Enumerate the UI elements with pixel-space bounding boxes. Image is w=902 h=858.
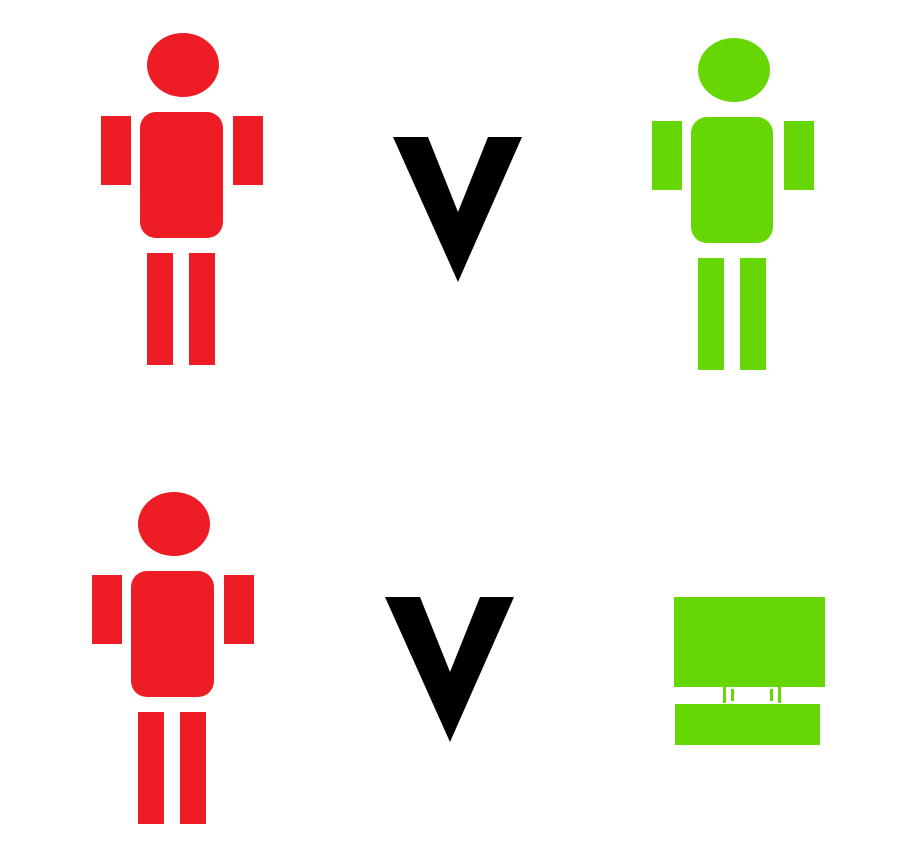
versus-illustration (0, 0, 902, 858)
right-leg (189, 253, 215, 365)
matchup-graphic (92, 33, 825, 824)
versus-v-icon (393, 137, 522, 282)
stand-inner-right (770, 689, 773, 701)
right-arm (233, 116, 263, 185)
torso (140, 112, 223, 238)
torso (691, 117, 773, 243)
left-arm (101, 116, 131, 185)
matchup-row-1 (101, 33, 814, 370)
red-person-icon (101, 33, 263, 365)
head (138, 492, 210, 556)
left-arm (652, 121, 682, 190)
stand-inner-left (731, 689, 734, 701)
right-leg (180, 712, 206, 824)
right-arm (784, 121, 814, 190)
green-person-icon (652, 38, 814, 370)
red-person-icon (92, 492, 254, 824)
right-leg (740, 258, 766, 370)
left-leg (147, 253, 173, 365)
versus-v-shape (393, 137, 522, 282)
monitor-stand-left (723, 687, 726, 703)
head (147, 33, 219, 97)
head (698, 38, 770, 102)
left-leg (138, 712, 164, 824)
left-arm (92, 575, 122, 644)
monitor-stand-right (778, 687, 781, 703)
versus-v-shape (385, 597, 514, 742)
torso (131, 571, 214, 697)
matchup-row-2 (92, 492, 825, 824)
monitor-screen (674, 597, 825, 687)
right-arm (224, 575, 254, 644)
versus-v-icon (385, 597, 514, 742)
green-computer-icon (674, 597, 825, 745)
monitor-base (675, 704, 820, 745)
left-leg (698, 258, 724, 370)
